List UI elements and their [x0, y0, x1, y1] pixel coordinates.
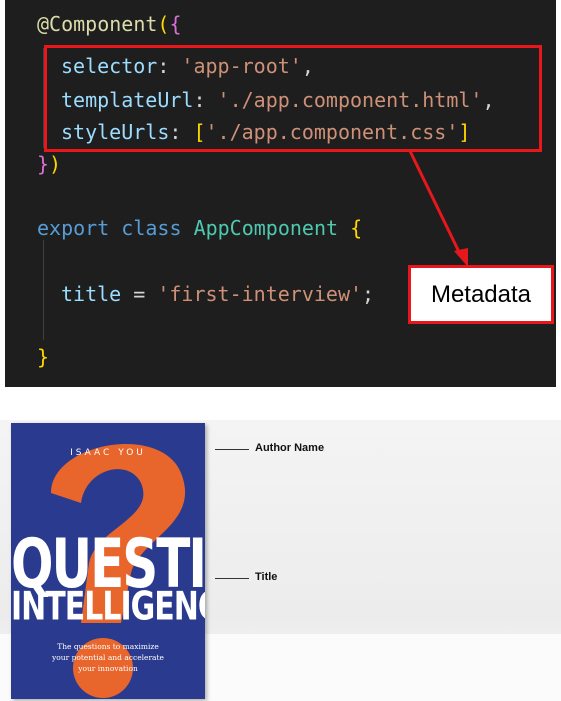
metadata-label-box: Metadata — [408, 265, 554, 324]
title-callout: Title — [255, 571, 278, 583]
book-blurb: The questions to maximize your potential… — [52, 642, 164, 673]
book-cover: ISAAC YOU QUESTION INTELLIGENCE The ques… — [11, 423, 205, 699]
book-title-line-2: INTELLIGENCE — [11, 584, 205, 630]
book-author: ISAAC YOU — [70, 448, 146, 458]
title-leader-line — [215, 578, 249, 579]
metadata-label: Metadata — [430, 280, 532, 308]
annotation-arrow — [408, 150, 468, 267]
author-name-callout: Author Name — [255, 442, 325, 454]
author-leader-line — [215, 449, 249, 450]
